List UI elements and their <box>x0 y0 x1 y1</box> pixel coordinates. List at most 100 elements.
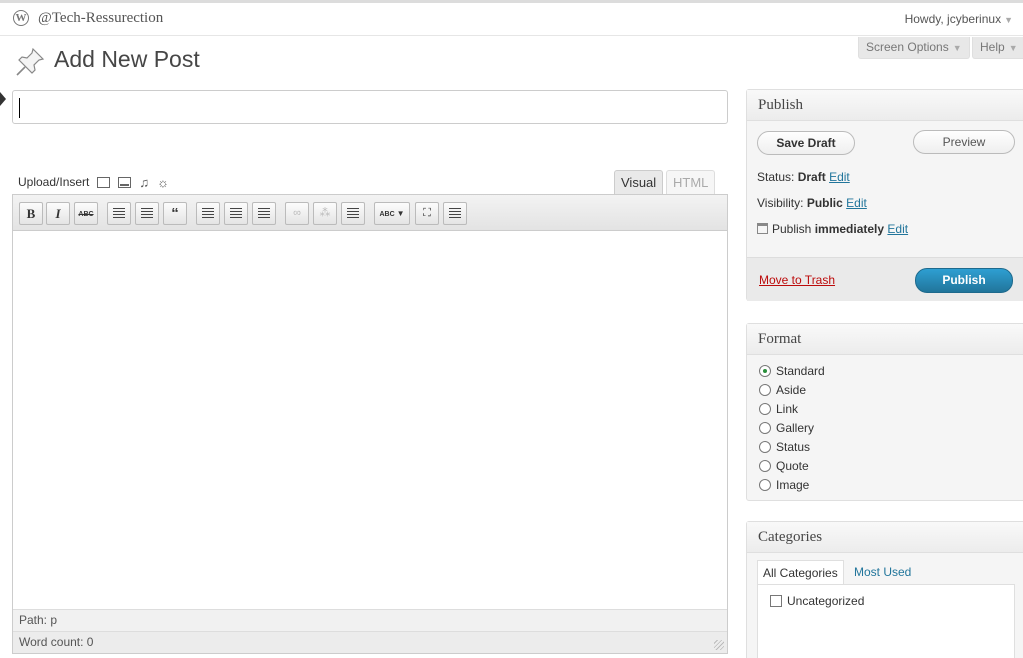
radio-button[interactable] <box>759 441 771 453</box>
post-editor: B I ABC “ ∞ ⁂ ABC ▼ ⛶ Path: p Word count:… <box>12 194 728 654</box>
align-center-icon <box>230 208 242 219</box>
align-center-button[interactable] <box>224 202 248 225</box>
blockquote-button[interactable]: “ <box>163 202 187 225</box>
text-cursor <box>19 98 20 118</box>
align-left-icon <box>202 208 214 219</box>
format-option-aside[interactable]: Aside <box>759 383 806 397</box>
numbered-list-icon <box>141 208 153 219</box>
edit-publish-time-link[interactable]: Edit <box>887 222 908 236</box>
add-image-icon[interactable] <box>97 176 111 188</box>
format-option-label: Aside <box>776 383 807 397</box>
radio-button[interactable] <box>759 422 771 434</box>
format-option-standard[interactable]: Standard <box>759 364 825 378</box>
format-box-title[interactable]: Format <box>747 324 1023 355</box>
strikethrough-button[interactable]: ABC <box>74 202 98 225</box>
bold-button[interactable]: B <box>19 202 43 225</box>
format-option-status[interactable]: Status <box>759 440 810 454</box>
edit-status-link[interactable]: Edit <box>829 170 850 184</box>
screen-options-button[interactable]: Screen Options ▼ <box>858 37 970 59</box>
format-option-link[interactable]: Link <box>759 402 798 416</box>
radio-button[interactable] <box>759 365 771 377</box>
publish-time-label: Publish <box>772 222 812 236</box>
publish-button[interactable]: Publish <box>915 268 1013 293</box>
align-left-button[interactable] <box>196 202 220 225</box>
publish-box: Publish Save Draft Preview Status: Draft… <box>746 89 1023 301</box>
tab-most-used[interactable]: Most Used <box>849 560 916 585</box>
italic-button[interactable]: I <box>46 202 70 225</box>
insert-link-button[interactable]: ∞ <box>285 202 309 225</box>
category-label: Uncategorized <box>787 594 865 608</box>
category-checkbox[interactable] <box>770 595 782 607</box>
pushpin-icon <box>16 47 45 76</box>
format-option-label: Quote <box>776 459 809 473</box>
numbered-list-button[interactable] <box>135 202 159 225</box>
format-option-label: Link <box>776 402 799 416</box>
radio-button[interactable] <box>759 460 771 472</box>
unlink-button[interactable]: ⁂ <box>313 202 337 225</box>
help-button[interactable]: Help ▼ <box>972 37 1023 59</box>
bullet-list-button[interactable] <box>107 202 131 225</box>
tab-html[interactable]: HTML <box>666 170 716 195</box>
admin-bar: W @Tech-Ressurection Howdy, jcyberinux ▼ <box>0 0 1023 36</box>
align-right-icon <box>258 208 270 219</box>
word-count: Word count: 0 <box>13 631 727 653</box>
categories-box-title[interactable]: Categories <box>747 522 1023 553</box>
user-menu[interactable]: Howdy, jcyberinux ▼ <box>905 12 1013 26</box>
editor-content-area[interactable] <box>13 231 727 609</box>
howdy-text: Howdy, jcyberinux <box>904 12 1002 26</box>
radio-button[interactable] <box>759 384 771 396</box>
publish-box-title[interactable]: Publish <box>747 90 1023 121</box>
category-item[interactable]: Uncategorized <box>770 594 864 608</box>
chevron-down-icon: ▼ <box>1004 15 1013 25</box>
page-title: Add New Post <box>54 46 200 72</box>
chevron-down-icon: ▼ <box>1008 43 1018 53</box>
preview-button[interactable]: Preview <box>913 130 1015 154</box>
radio-button[interactable] <box>759 403 771 415</box>
word-count-text: Word count: 0 <box>19 635 94 649</box>
unlink-icon: ⁂ <box>319 207 331 219</box>
resize-handle[interactable] <box>714 640 724 650</box>
format-option-label: Gallery <box>776 421 815 435</box>
insert-more-button[interactable] <box>341 202 365 225</box>
edit-visibility-link[interactable]: Edit <box>846 196 867 210</box>
category-list: Uncategorized <box>757 584 1015 658</box>
visibility-label: Visibility: <box>757 196 804 210</box>
visibility-row: Visibility: Public Edit <box>757 196 867 210</box>
site-name-link[interactable]: @Tech-Ressurection <box>38 10 163 27</box>
save-draft-button[interactable]: Save Draft <box>757 131 855 155</box>
format-box: Format Standard Aside Link Gallery Statu… <box>746 323 1023 501</box>
format-option-gallery[interactable]: Gallery <box>759 421 814 435</box>
format-option-quote[interactable]: Quote <box>759 459 809 473</box>
add-audio-icon[interactable]: ♫ <box>139 176 149 189</box>
spellcheck-icon: ABC <box>379 211 395 218</box>
spellcheck-button[interactable]: ABC ▼ <box>374 202 410 225</box>
more-tag-icon <box>347 208 359 219</box>
add-video-icon[interactable] <box>118 176 132 188</box>
editor-toolbar: B I ABC “ ∞ ⁂ ABC ▼ ⛶ <box>13 195 727 231</box>
categories-box: Categories All Categories Most Used Unca… <box>746 521 1023 658</box>
kitchen-sink-button[interactable] <box>443 202 467 225</box>
tab-all-categories[interactable]: All Categories <box>757 560 844 585</box>
status-value: Draft <box>797 170 826 184</box>
fullscreen-button[interactable]: ⛶ <box>415 202 439 225</box>
chevron-down-icon: ▼ <box>952 43 962 53</box>
screen-options-label: Screen Options <box>866 40 949 54</box>
path-bar: Path: p <box>13 609 727 631</box>
format-option-label: Status <box>776 440 811 454</box>
tab-visual[interactable]: Visual <box>614 170 664 195</box>
chevron-down-icon: ▼ <box>396 209 405 218</box>
radio-button[interactable] <box>759 479 771 491</box>
align-right-button[interactable] <box>252 202 276 225</box>
wordpress-logo-icon[interactable]: W <box>13 10 29 26</box>
status-label: Status: <box>757 170 795 184</box>
help-label: Help <box>980 40 1005 54</box>
calendar-icon <box>757 223 768 234</box>
kitchen-sink-icon <box>449 208 461 219</box>
publish-time-value: immediately <box>814 222 885 236</box>
move-to-trash-link[interactable]: Move to Trash <box>759 273 835 287</box>
add-media-icon[interactable]: ☼ <box>157 176 169 189</box>
post-title-input[interactable] <box>12 90 728 124</box>
format-option-label: Standard <box>776 364 825 378</box>
publish-actions: Move to Trash Publish <box>747 257 1023 301</box>
format-option-image[interactable]: Image <box>759 478 809 492</box>
